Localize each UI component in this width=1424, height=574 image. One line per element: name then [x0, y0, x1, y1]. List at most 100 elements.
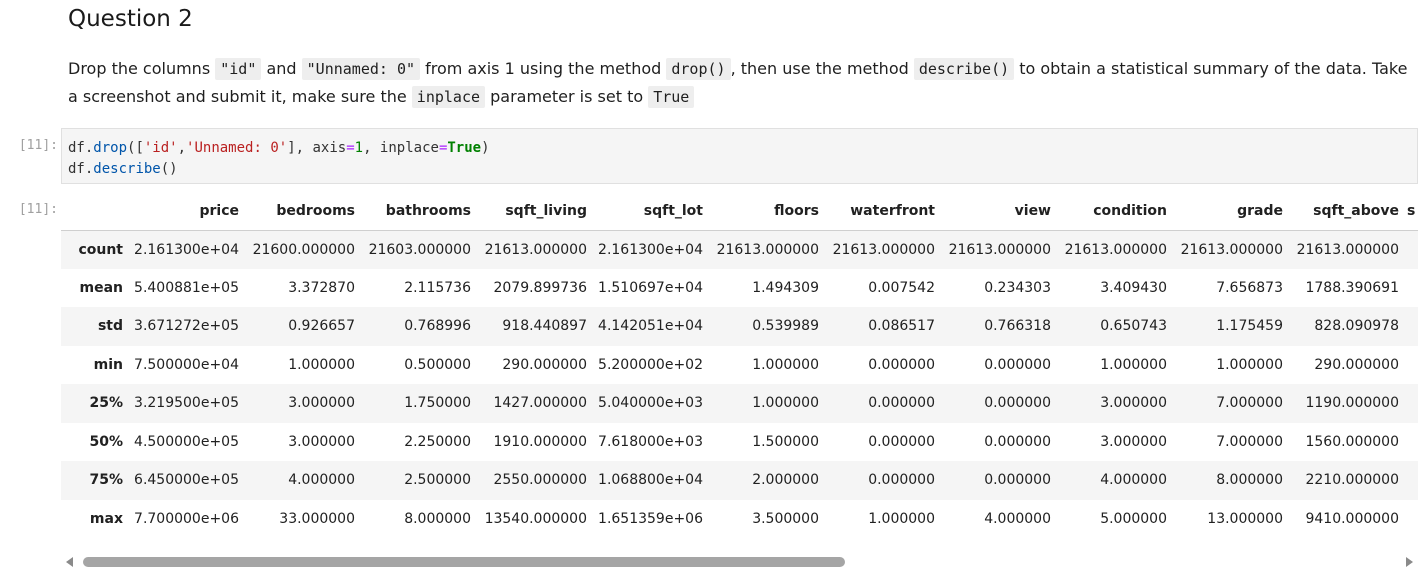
table-cell: 828.090978: [1314, 318, 1399, 335]
table-cell: 0.234303: [984, 279, 1051, 296]
horizontal-scrollbar[interactable]: [61, 553, 1418, 571]
table-cell-overflow: [1399, 230, 1418, 269]
text-span: parameter is set to: [485, 87, 649, 106]
column-header: bedrooms: [239, 192, 355, 231]
scroll-right-arrow-icon[interactable]: [1406, 557, 1413, 567]
table-cell: 1.750000: [404, 395, 471, 412]
table-row: 25% 3.219500e+05 3.000000 1.750000 1427.0000…: [61, 384, 1418, 423]
table-cell: 6.450000e+05: [134, 472, 239, 489]
table-header-row: price bedrooms bathrooms sqft_living sqft_lo…: [61, 192, 1418, 231]
table-cell: 2.250000: [404, 433, 471, 450]
code-token: df.: [68, 161, 94, 177]
table-cell: 0.000000: [984, 472, 1051, 489]
table-cell: 2.161300e+04: [598, 241, 703, 258]
output-area[interactable]: price bedrooms bathrooms sqft_living sqft_lo…: [61, 192, 1418, 542]
table-cell: 7.000000: [1216, 433, 1283, 450]
table-cell: 0.539989: [752, 318, 819, 335]
table-cell: 1.494309: [752, 279, 819, 296]
table-cell: 4.000000: [984, 510, 1051, 527]
table-cell: 1560.000000: [1305, 433, 1399, 450]
column-header: sqft_lot: [587, 192, 703, 231]
column-header: waterfront: [819, 192, 935, 231]
table-cell: 2550.000000: [493, 472, 587, 489]
table-cell: 21613.000000: [1180, 241, 1283, 258]
table-cell: 4.142051e+04: [598, 318, 703, 335]
table-cell: 2.161300e+04: [134, 241, 239, 258]
table-cell: 8.000000: [1216, 472, 1283, 489]
table-cell: 1.000000: [1216, 356, 1283, 373]
column-header: condition: [1051, 192, 1167, 231]
table-cell: 7.656873: [1216, 279, 1283, 296]
table-cell-overflow: [1399, 423, 1418, 462]
table-row: mean 5.400881e+05 3.372870 2.115736 2079.899…: [61, 269, 1418, 308]
column-header: bathrooms: [355, 192, 471, 231]
table-cell: 2210.000000: [1305, 472, 1399, 489]
table-cell: 1788.390691: [1305, 279, 1399, 296]
table-cell: 3.372870: [288, 279, 355, 296]
table-row: 50% 4.500000e+05 3.000000 2.250000 1910.0000…: [61, 423, 1418, 462]
table-cell: 33.000000: [279, 510, 355, 527]
table-cell: 7.618000e+03: [598, 433, 703, 450]
question-text: Drop the columns "id" and "Unnamed: 0" f…: [68, 55, 1408, 111]
table-cell: 3.000000: [288, 395, 355, 412]
text-span: from axis 1 using the method: [420, 59, 667, 78]
column-header: floors: [703, 192, 819, 231]
table-row: std 3.671272e+05 0.926657 0.768996 918.44089…: [61, 307, 1418, 346]
code-token: (): [160, 161, 178, 177]
code-token: , inplace: [363, 140, 439, 156]
table-cell: 0.007542: [868, 279, 935, 296]
text-span: , then use the method: [730, 59, 914, 78]
table-cell: 290.000000: [502, 356, 587, 373]
input-prompt: [11]:: [18, 138, 58, 153]
table-cell: 1.000000: [288, 356, 355, 373]
table-cell: 3.671272e+05: [134, 318, 239, 335]
table-cell: 5.400881e+05: [134, 279, 239, 296]
row-index: mean: [79, 279, 124, 296]
table-cell: 7.000000: [1216, 395, 1283, 412]
inline-code-drop: drop(): [666, 58, 731, 80]
table-cell: 0.000000: [984, 433, 1051, 450]
code-token-number: 1: [354, 140, 364, 156]
table-cell: 3.000000: [1100, 433, 1167, 450]
table-cell: 7.500000e+04: [134, 356, 239, 373]
table-cell-overflow: [1399, 500, 1418, 539]
code-editor[interactable]: df.drop(['id','Unnamed: 0'], axis=1, inp…: [61, 128, 1418, 184]
code-token: df.: [68, 140, 94, 156]
table-cell-overflow: [1399, 461, 1418, 500]
table-cell: 0.926657: [288, 318, 355, 335]
table-cell: 0.766318: [984, 318, 1051, 335]
table-cell: 0.650743: [1100, 318, 1167, 335]
code-token: ([: [127, 140, 144, 156]
column-header: s: [1399, 192, 1418, 231]
table-cell: 21613.000000: [716, 241, 819, 258]
table-cell: 0.000000: [868, 356, 935, 373]
table-cell: 2.115736: [404, 279, 471, 296]
table-cell-overflow: [1399, 346, 1418, 385]
table-cell: 5.000000: [1100, 510, 1167, 527]
table-cell: 7.700000e+06: [134, 510, 239, 527]
table-cell: 1427.000000: [493, 395, 587, 412]
column-header: grade: [1167, 192, 1283, 231]
table-cell: 3.409430: [1100, 279, 1167, 296]
scrollbar-thumb[interactable]: [83, 557, 845, 567]
output-prompt: [11]:: [18, 202, 58, 217]
table-cell: 13.000000: [1207, 510, 1283, 527]
row-index: max: [89, 510, 123, 527]
table-cell: 2079.899736: [493, 279, 587, 296]
table-cell: 21613.000000: [832, 241, 935, 258]
describe-table: price bedrooms bathrooms sqft_living sqft_lo…: [61, 192, 1418, 538]
table-cell: 2.500000: [404, 472, 471, 489]
column-header: price: [123, 192, 239, 231]
table-cell: 0.500000: [404, 356, 471, 373]
table-cell: 5.200000e+02: [598, 356, 703, 373]
table-cell: 1.000000: [752, 356, 819, 373]
table-cell-overflow: [1399, 307, 1418, 346]
table-cell: 0.000000: [868, 472, 935, 489]
inline-code-unnamed: "Unnamed: 0": [301, 58, 421, 80]
table-cell: 3.000000: [288, 433, 355, 450]
table-cell: 290.000000: [1314, 356, 1399, 373]
table-cell: 9410.000000: [1305, 510, 1399, 527]
scroll-left-arrow-icon[interactable]: [66, 557, 73, 567]
table-cell: 0.086517: [868, 318, 935, 335]
table-cell: 1.000000: [1100, 356, 1167, 373]
